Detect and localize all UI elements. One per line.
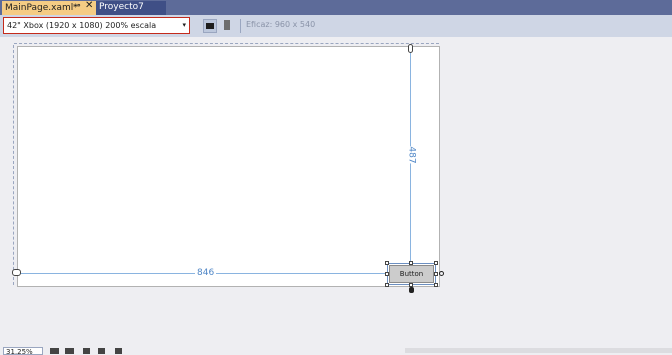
left-anchor-icon[interactable] <box>12 269 21 276</box>
resize-handle[interactable] <box>409 261 413 265</box>
snap-lines-icon[interactable] <box>98 348 105 354</box>
bottom-anchor-icon[interactable] <box>409 287 414 293</box>
document-tab-strip: MainPage.xaml* ⊸ ✕ Proyecto7 <box>0 0 672 15</box>
tab-mainpage-xaml[interactable]: MainPage.xaml* ⊸ ✕ <box>2 0 96 15</box>
horizontal-scrollbar[interactable] <box>405 348 672 353</box>
design-canvas[interactable] <box>17 46 440 287</box>
device-preview-value: 42" Xbox (1920 x 1080) 200% escala <box>7 21 157 30</box>
zoom-level-input[interactable]: 31,25% <box>3 347 43 355</box>
resize-handle[interactable] <box>385 272 389 276</box>
tab-proyecto7[interactable]: Proyecto7 <box>96 1 166 15</box>
tab-mainpage-label: MainPage.xaml* <box>5 3 78 13</box>
effective-resolution: Eficaz: 960 x 540 <box>246 20 316 29</box>
device-preview-select[interactable]: 42" Xbox (1920 x 1080) 200% escala ▾ <box>3 17 190 34</box>
height-dimension-label: 487 <box>406 146 417 164</box>
top-anchor-icon[interactable] <box>408 44 413 53</box>
resize-handle[interactable] <box>434 261 438 265</box>
selected-button-control[interactable]: Button <box>389 265 434 283</box>
toolbar-separator <box>240 19 241 33</box>
resize-handle[interactable] <box>385 261 389 265</box>
chevron-down-icon[interactable]: ▾ <box>182 18 186 33</box>
resize-handle[interactable] <box>434 272 438 276</box>
portrait-orientation-icon[interactable] <box>221 19 235 33</box>
design-ruler-left <box>13 45 14 285</box>
resize-handle[interactable] <box>385 283 389 287</box>
snap-grid-icon[interactable] <box>65 348 74 354</box>
right-anchor-icon[interactable] <box>439 271 444 276</box>
artboard-background-icon[interactable] <box>83 348 90 354</box>
designer-toolbar: 42" Xbox (1920 x 1080) 200% escala ▾ Efi… <box>0 15 672 37</box>
grid-icon[interactable] <box>50 348 59 354</box>
close-icon[interactable]: ✕ <box>85 0 93 11</box>
design-ruler-top <box>14 43 439 44</box>
landscape-orientation-icon[interactable] <box>203 19 217 33</box>
device-preview-icon[interactable] <box>115 348 122 354</box>
pin-icon[interactable]: ⊸ <box>73 1 81 11</box>
resize-handle[interactable] <box>434 283 438 287</box>
width-dimension-label: 846 <box>195 268 217 278</box>
